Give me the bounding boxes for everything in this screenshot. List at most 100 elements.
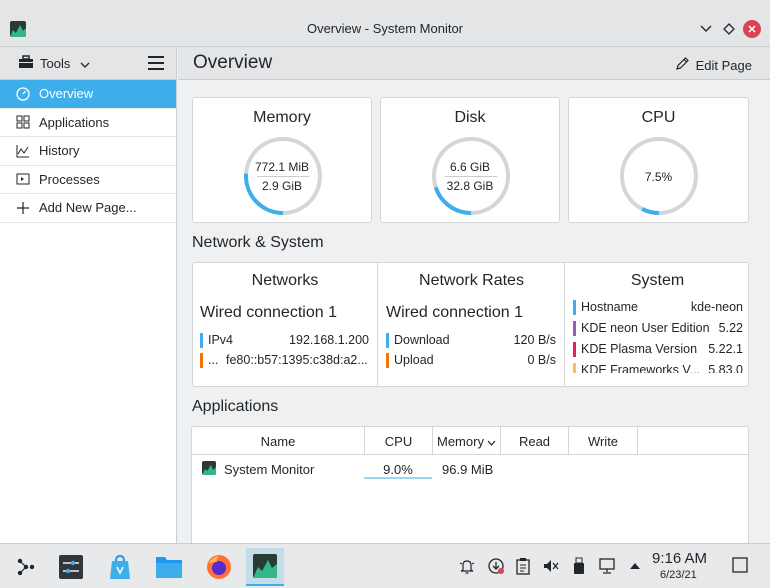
series-color-bar <box>573 320 576 336</box>
chevron-down-icon <box>80 56 90 71</box>
system-column: System Hostname kde-neon KDE neon User E… <box>566 263 749 386</box>
disk-card[interactable]: Disk 6.6 GiB 32.8 GiB <box>380 97 560 223</box>
system-info-list[interactable]: Hostname kde-neon KDE neon User Edition … <box>573 299 743 373</box>
expand-tray-icon[interactable] <box>626 557 644 575</box>
divider <box>445 176 497 177</box>
network-system-section-title: Network & System <box>192 234 324 251</box>
os-value: 5.22 <box>718 321 743 335</box>
divider <box>257 176 309 177</box>
os-row: KDE neon User Edition 5.22 <box>573 320 743 336</box>
upload-label: Upload <box>394 353 434 367</box>
show-desktop-icon[interactable] <box>731 556 749 574</box>
page-title: Overview <box>193 52 273 73</box>
main-content: Overview Edit Page Memory 772.1 MiB 2.9 … <box>178 47 770 543</box>
hostname-row: Hostname kde-neon <box>573 299 743 315</box>
plasma-row: KDE Plasma Version 5.22.1 <box>573 341 743 357</box>
sidebar-item-overview[interactable]: Overview <box>0 80 176 109</box>
hostname-label: Hostname <box>581 300 638 314</box>
column-header-memory[interactable]: Memory <box>433 427 501 455</box>
sort-chevron-down-icon <box>487 434 496 449</box>
volume-muted-icon[interactable] <box>542 557 560 575</box>
grid-icon <box>15 114 31 130</box>
maximize-button[interactable] <box>720 20 738 38</box>
sidebar-item-applications[interactable]: Applications <box>0 109 176 137</box>
disk-title: Disk <box>454 109 486 126</box>
network-rates-title: Network Rates <box>419 272 524 289</box>
cpu-usage-bar <box>364 477 432 479</box>
sidebar-item-label: History <box>39 143 80 159</box>
networks-title: Networks <box>251 272 319 289</box>
frameworks-row: KDE Frameworks V... 5.83.0 <box>573 362 743 373</box>
series-color-bar <box>386 332 389 348</box>
tools-label: Tools <box>40 56 71 71</box>
upload-value: 0 B/s <box>527 353 557 367</box>
close-button[interactable] <box>743 20 761 38</box>
upload-row: Upload 0 B/s <box>386 352 556 368</box>
series-color-bar <box>386 352 389 368</box>
edit-page-button[interactable]: Edit Page <box>675 56 752 74</box>
table-row[interactable]: System Monitor 9.0% 96.9 MiB <box>192 457 748 481</box>
clock-time[interactable]: 9:16 AM <box>652 550 707 567</box>
cpu-value: 7.5% <box>644 170 673 184</box>
window-title: Overview - System Monitor <box>306 21 464 36</box>
updates-icon[interactable] <box>487 557 505 575</box>
pencil-icon <box>675 56 690 74</box>
clock-date[interactable]: 6/23/21 <box>660 569 697 581</box>
app-cpu-cell: 9.0% <box>383 461 413 477</box>
series-color-bar <box>573 341 576 357</box>
rates-connection-name: Wired connection 1 <box>386 304 523 321</box>
download-value: 120 B/s <box>513 333 556 347</box>
app-name-cell: System Monitor <box>224 461 315 477</box>
notifications-icon[interactable] <box>458 557 476 575</box>
clipboard-icon[interactable] <box>514 557 532 575</box>
launcher-icon[interactable] <box>7 548 45 586</box>
cpu-card[interactable]: CPU 7.5% <box>568 97 749 223</box>
table-header: Name CPU Memory Read Write <box>192 427 748 455</box>
terminal-icon <box>15 171 31 187</box>
toolbox-icon <box>18 55 34 72</box>
sidebar-item-label: Applications <box>39 114 110 130</box>
network-icon[interactable] <box>598 557 616 575</box>
sidebar-item-label: Add New Page... <box>39 200 137 216</box>
system-monitor-icon[interactable] <box>246 548 284 586</box>
os-label: KDE neon User Edition <box>581 321 710 335</box>
network-rates-column: Network Rates Wired connection 1 Downloa… <box>379 263 565 386</box>
files-icon[interactable] <box>150 548 188 586</box>
ipv6-value: fe80::b57:1395:c38d:a2... <box>226 353 368 367</box>
network-system-card: Networks Wired connection 1 IPv4 192.168… <box>192 262 749 387</box>
disk-total: 32.8 GiB <box>446 179 494 193</box>
series-color-bar <box>200 332 203 348</box>
sidebar-item-history[interactable]: History <box>0 137 176 166</box>
disk-used: 6.6 GiB <box>449 160 491 174</box>
edit-page-label: Edit Page <box>695 57 752 73</box>
ipv4-label: IPv4 <box>208 333 234 347</box>
discover-icon[interactable] <box>101 548 139 586</box>
applications-table: Name CPU Memory Read Write System Monito… <box>191 426 749 543</box>
tools-menu-button[interactable]: Tools <box>18 55 90 72</box>
column-header-memory-label: Memory <box>437 433 484 449</box>
column-header-write[interactable]: Write <box>569 427 638 455</box>
sidebar: Tools Overview Applications History Proc… <box>0 47 177 543</box>
download-row: Download 120 B/s <box>386 332 556 348</box>
usb-icon[interactable] <box>570 557 588 575</box>
ipv6-label: ... <box>208 353 219 367</box>
settings-icon[interactable] <box>52 548 90 586</box>
applications-section-title: Applications <box>192 398 279 415</box>
sidebar-item-processes[interactable]: Processes <box>0 166 176 194</box>
column-header-cpu[interactable]: CPU <box>365 427 433 455</box>
minimize-button[interactable] <box>697 20 715 38</box>
system-title: System <box>630 272 685 289</box>
series-color-bar <box>200 352 203 368</box>
download-label: Download <box>394 333 450 347</box>
column-header-read[interactable]: Read <box>501 427 569 455</box>
hamburger-menu-icon[interactable] <box>148 56 164 70</box>
column-header-name[interactable]: Name <box>192 427 365 455</box>
firefox-icon[interactable] <box>200 548 238 586</box>
memory-title: Memory <box>253 109 311 126</box>
memory-total: 2.9 GiB <box>261 179 303 193</box>
sidebar-item-add-page[interactable]: Add New Page... <box>0 194 176 223</box>
memory-card[interactable]: Memory 772.1 MiB 2.9 GiB <box>192 97 372 223</box>
gauge-icon <box>15 86 31 102</box>
window-titlebar[interactable]: Overview - System Monitor <box>0 0 770 47</box>
sidebar-item-label: Processes <box>39 171 100 187</box>
